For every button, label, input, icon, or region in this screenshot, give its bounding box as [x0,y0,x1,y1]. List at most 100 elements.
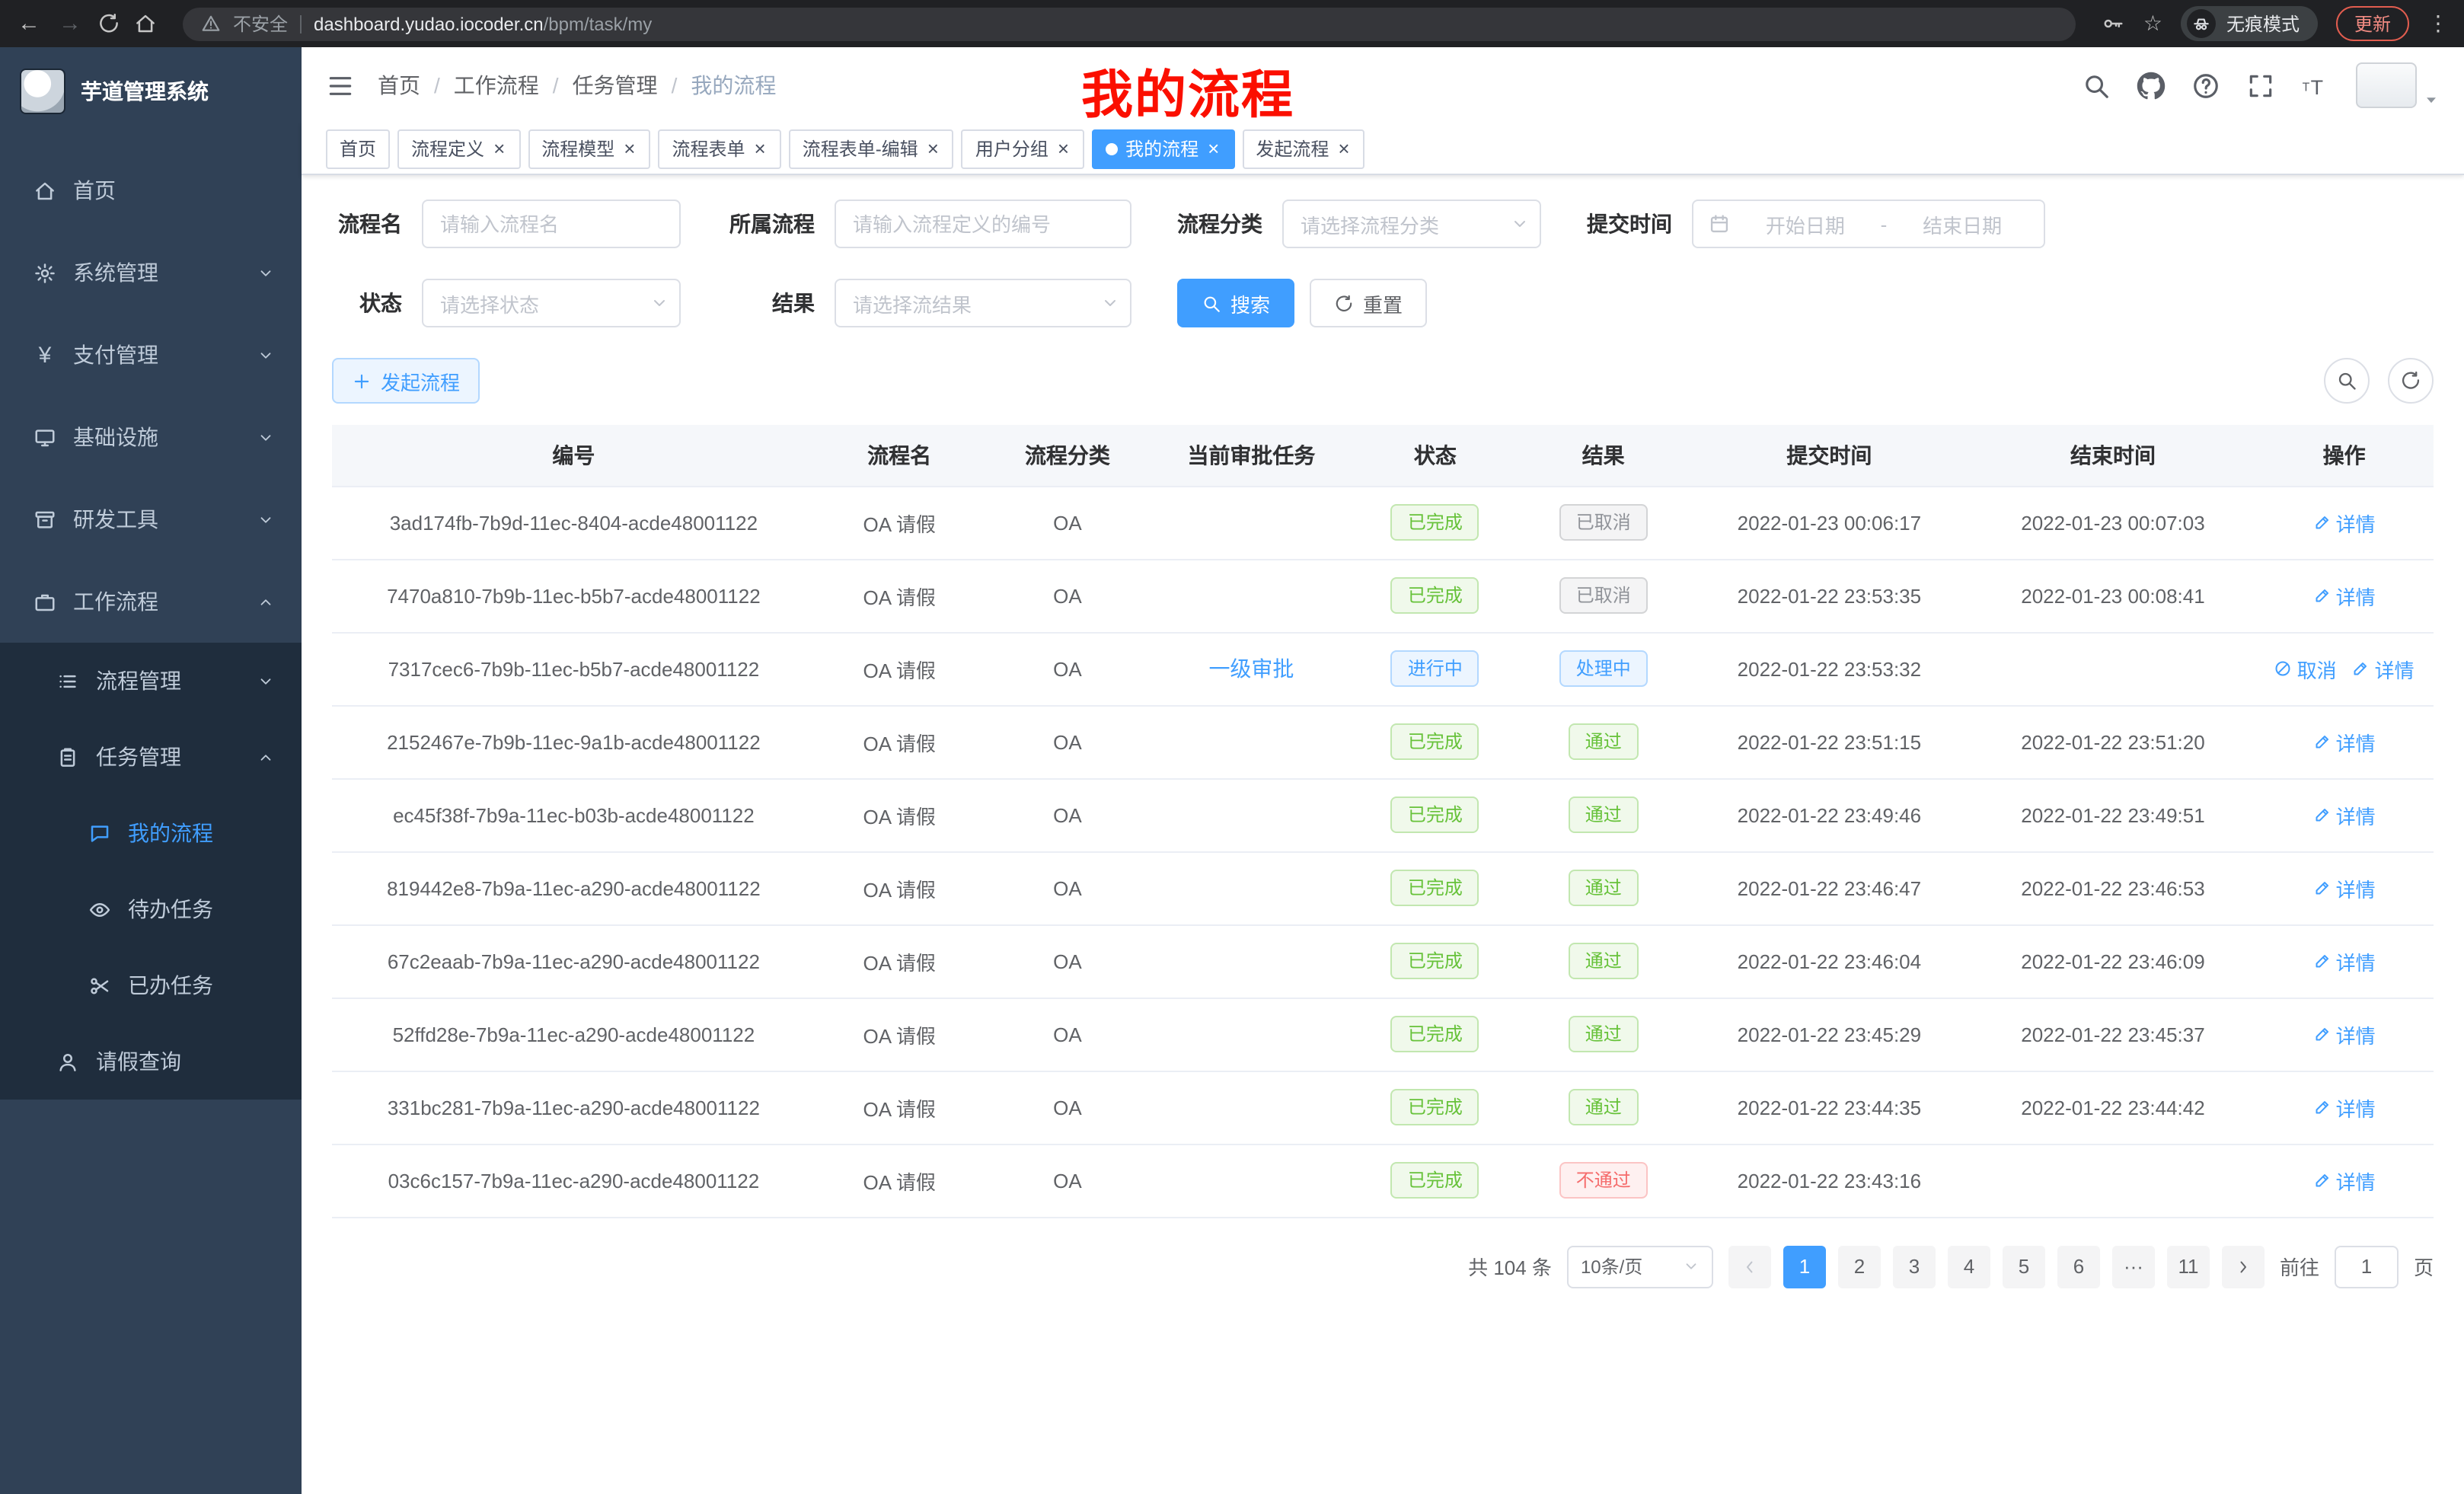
detail-link[interactable]: 详情 [2313,508,2376,537]
cell-actions: 详情 [2255,851,2434,924]
cell-result: 通过 [1519,705,1687,778]
hamburger-icon[interactable] [326,71,355,100]
page-size-select[interactable]: 10条/页 [1567,1245,1713,1288]
search-icon[interactable] [2082,71,2111,100]
tab-process-form[interactable]: 流程表单× [658,129,780,168]
status-select[interactable]: 请选择状态 [422,279,681,327]
total-count: 共 104 条 [1468,1252,1552,1281]
detail-label: 详情 [2336,800,2376,829]
page-button[interactable]: 5 [2003,1245,2045,1288]
browser-forward-icon[interactable]: → [56,11,84,37]
sidebar-item-done-tasks[interactable]: 已办任务 [0,947,302,1023]
tab-start-process[interactable]: 发起流程× [1242,129,1364,168]
detail-link[interactable]: 详情 [2313,1093,2376,1122]
page-button[interactable]: 2 [1838,1245,1881,1288]
cell-id: 331bc281-7b9a-11ec-a290-acde48001122 [332,1071,815,1144]
fullscreen-icon[interactable] [2246,71,2275,100]
browser-home-icon[interactable] [134,12,157,35]
user-menu[interactable] [2356,62,2440,108]
close-icon[interactable]: × [1056,139,1071,158]
close-icon[interactable]: × [492,139,506,158]
process-name-input[interactable] [422,200,681,248]
result-badge: 通过 [1569,870,1639,906]
sidebar-item-leave-query[interactable]: 请假查询 [0,1023,302,1100]
plus-icon [352,371,372,391]
browser-refresh-icon[interactable] [97,12,120,35]
chevron-up-icon [257,593,274,610]
sidebar-item-todo-tasks[interactable]: 待办任务 [0,871,302,947]
chat-icon [88,822,111,844]
main-area: 首页/工作流程/任务管理/我的流程 TT 我的流程 首页流程定义×流程模型×流程… [302,47,2464,1494]
close-icon[interactable]: × [622,139,637,158]
tab-user-group[interactable]: 用户分组× [962,129,1084,168]
sidebar-item-task-mgmt[interactable]: 任务管理 [0,719,302,795]
tab-home[interactable]: 首页 [326,129,390,168]
next-page-button[interactable] [2222,1245,2265,1288]
refresh-table-button[interactable] [2388,358,2434,404]
goto-page-input[interactable] [2335,1245,2399,1288]
close-icon[interactable]: × [753,139,768,158]
detail-label: 详情 [2336,508,2376,537]
breadcrumb-item[interactable]: 首页 [378,70,420,101]
detail-link[interactable]: 详情 [2313,800,2376,829]
tab-process-model[interactable]: 流程模型× [528,129,650,168]
detail-link[interactable]: 详情 [2352,654,2415,683]
sidebar-item-payment[interactable]: ¥支付管理 [0,314,302,396]
search-toggle-button[interactable] [2324,358,2370,404]
bookmark-star-icon[interactable]: ☆ [2143,11,2162,37]
reset-button[interactable]: 重置 [1310,279,1427,327]
detail-link[interactable]: 详情 [2313,873,2376,902]
search-button[interactable]: 搜索 [1177,279,1294,327]
detail-link[interactable]: 详情 [2313,1020,2376,1049]
address-bar[interactable]: 不安全 dashboard.yudao.iocoder.cn/bpm/task/… [183,7,2076,40]
table-row: 03c6c157-7b9a-11ec-a290-acde48001122OA 请… [332,1144,2434,1217]
browser-update-button[interactable]: 更新 [2336,6,2409,41]
password-key-icon[interactable] [2102,12,2125,35]
prev-page-button[interactable] [1728,1245,1771,1288]
category-select[interactable]: 请选择流程分类 [1282,200,1541,248]
cell-category: OA [984,778,1152,851]
font-size-icon[interactable]: TT [2301,71,2330,100]
detail-link[interactable]: 详情 [2313,947,2376,975]
detail-link[interactable]: 详情 [2313,727,2376,756]
table-row: 819442e8-7b9a-11ec-a290-acde48001122OA 请… [332,851,2434,924]
result-select[interactable]: 请选择流结果 [835,279,1131,327]
sidebar-item-home[interactable]: 首页 [0,149,302,231]
cancel-link[interactable]: 取消 [2274,654,2337,683]
page-button[interactable]: 11 [2167,1245,2210,1288]
sidebar-item-my-process[interactable]: 我的流程 [0,795,302,871]
close-icon[interactable]: × [1336,139,1351,158]
cell-actions: 详情 [2255,924,2434,998]
page-button[interactable]: 4 [1948,1245,1990,1288]
current-task-link[interactable]: 一级审批 [1208,656,1294,681]
close-icon[interactable]: × [1206,139,1221,158]
sidebar-item-system[interactable]: 系统管理 [0,231,302,314]
sidebar-item-infrastructure[interactable]: 基础设施 [0,396,302,478]
submit-time-range-picker[interactable]: 开始日期 - 结束日期 [1692,200,2045,248]
sidebar-item-workflow[interactable]: 工作流程 [0,560,302,643]
sidebar-item-process-mgmt[interactable]: 流程管理 [0,643,302,719]
detail-link[interactable]: 详情 [2313,1166,2376,1195]
create-process-button[interactable]: 发起流程 [332,358,480,404]
table-row: 52ffd28e-7b9a-11ec-a290-acde48001122OA 请… [332,998,2434,1071]
sidebar-item-devtools[interactable]: 研发工具 [0,478,302,560]
process-definition-input[interactable] [835,200,1131,248]
github-icon[interactable] [2137,71,2166,100]
page-button[interactable]: 3 [1893,1245,1936,1288]
page-ellipsis[interactable]: ··· [2112,1245,2155,1288]
detail-link[interactable]: 详情 [2313,581,2376,610]
status-badge: 已完成 [1391,870,1479,906]
page-button[interactable]: 6 [2057,1245,2100,1288]
browser-menu-icon[interactable]: ⋮ [2427,11,2449,37]
tab-my-process[interactable]: 我的流程× [1092,129,1234,168]
close-icon[interactable]: × [926,139,940,158]
result-badge: 通过 [1569,943,1639,979]
chevron-down-icon [257,672,274,689]
result-badge: 通过 [1569,1089,1639,1125]
tab-process-definition[interactable]: 流程定义× [397,129,520,168]
help-icon[interactable] [2191,71,2220,100]
table-row: 331bc281-7b9a-11ec-a290-acde48001122OA 请… [332,1071,2434,1144]
page-button[interactable]: 1 [1783,1245,1826,1288]
tab-process-form-edit[interactable]: 流程表单-编辑× [789,129,954,168]
browser-back-icon[interactable]: ← [15,11,43,37]
